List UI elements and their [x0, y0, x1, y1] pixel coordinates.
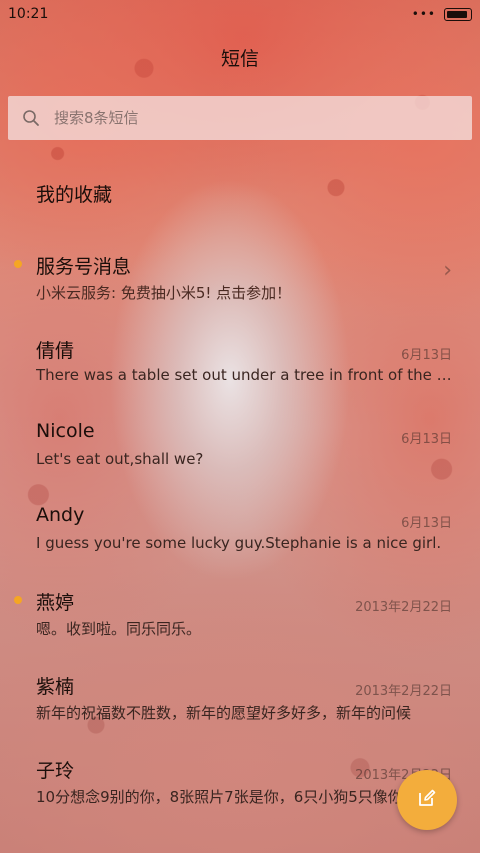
conversation-preview: 嗯。收到啦。同乐同乐。 [36, 620, 202, 638]
compose-button[interactable] [397, 770, 457, 830]
page-title: 短信 [220, 48, 259, 70]
favorites-item[interactable]: 我的收藏 [0, 150, 480, 234]
status-time: 10:21 [8, 6, 49, 22]
conversation-item[interactable]: Nicole 6月13日 Let's eat out,shall we? [0, 402, 480, 486]
status-indicators: ••• [412, 7, 472, 21]
conversation-name: 燕婷 [36, 592, 75, 614]
conversation-name: 紫楠 [36, 676, 75, 698]
conversation-preview: I guess you're some lucky guy.Stephanie … [36, 534, 442, 552]
conversation-date: 2013年2月22日 [355, 684, 452, 699]
chevron-right-icon: › [443, 258, 452, 283]
unread-indicator [14, 596, 22, 604]
conversation-preview: 新年的祝福数不胜数，新年的愿望好多好多，新年的问候 [36, 704, 412, 722]
conversation-preview: There was a table set out under a tree i… [36, 366, 452, 384]
unread-indicator [14, 260, 22, 268]
search-bar[interactable] [8, 96, 472, 140]
search-input[interactable] [54, 97, 472, 139]
conversation-date: 2013年2月22日 [355, 600, 452, 615]
conversation-item[interactable]: Andy 6月13日 I guess you're some lucky guy… [0, 486, 480, 570]
conversation-name: 我的收藏 [36, 184, 113, 206]
conversation-name: 倩倩 [36, 340, 75, 362]
conversation-date: 6月13日 [401, 516, 452, 531]
conversation-date: 6月13日 [401, 348, 452, 363]
conversation-preview: 小米云服务: 免费抽小米5! 点击参加！ [36, 284, 292, 302]
conversation-item[interactable]: 燕婷 2013年2月22日 嗯。收到啦。同乐同乐。 [0, 570, 480, 654]
battery-icon [444, 7, 472, 21]
conversation-name: 服务号消息 [36, 256, 132, 278]
conversation-item[interactable]: 紫楠 2013年2月22日 新年的祝福数不胜数，新年的愿望好多好多，新年的问候 [0, 654, 480, 738]
signal-icon: ••• [411, 7, 436, 21]
conversation-name: 子玲 [36, 760, 75, 782]
conversation-name: Andy [36, 504, 85, 526]
search-icon [8, 96, 54, 140]
status-bar: 10:21 ••• [0, 0, 480, 28]
conversation-item[interactable]: 服务号消息 › 小米云服务: 免费抽小米5! 点击参加！ [0, 234, 480, 318]
conversation-preview: 10分想念9别的你，8张照片7张是你，6只小狗5只像你 [36, 788, 403, 806]
conversation-item[interactable]: 倩倩 6月13日 There was a table set out under… [0, 318, 480, 402]
conversation-preview: Let's eat out,shall we? [36, 450, 204, 468]
conversation-name: Nicole [36, 420, 95, 442]
compose-icon [417, 788, 437, 812]
conversation-date: 6月13日 [401, 432, 452, 447]
